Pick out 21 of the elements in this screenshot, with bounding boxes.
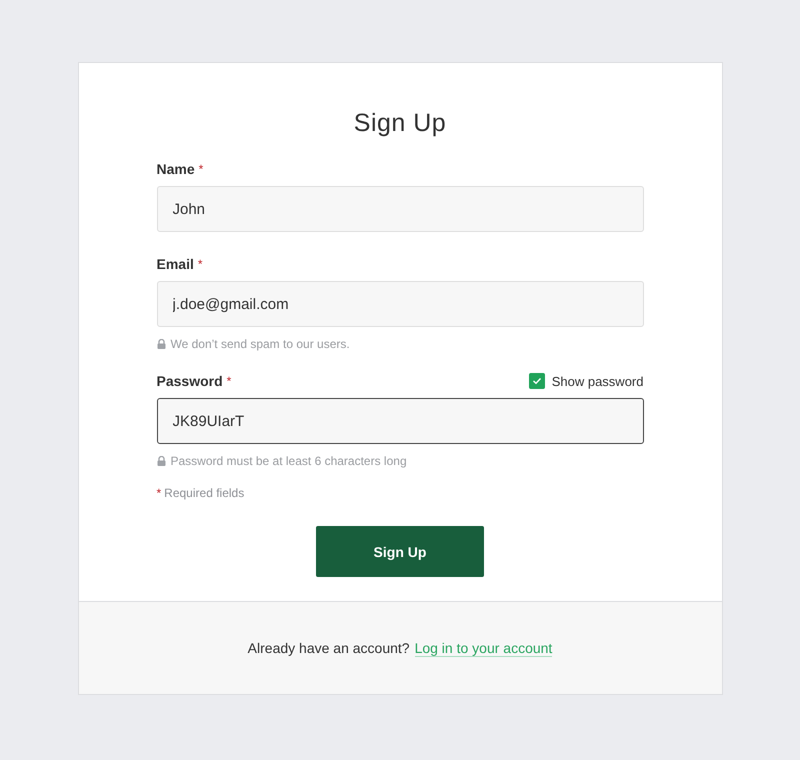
checkbox[interactable] — [528, 373, 545, 389]
form-title: Sign Up — [352, 109, 448, 138]
hint-text: Password must be at least 6 characters long — [170, 454, 407, 468]
required-mark: * — [226, 374, 232, 388]
field-label: Email — [156, 256, 194, 272]
checkbox-label[interactable]: Show password — [552, 374, 644, 388]
required-note: Required fields — [164, 486, 244, 500]
required-mark: * — [156, 486, 162, 500]
input-field[interactable]: John — [156, 186, 644, 232]
field-label: Name — [156, 161, 195, 177]
required-mark: * — [198, 257, 203, 271]
check-icon — [532, 377, 542, 385]
hint-text: We don’t send spam to our users. — [170, 337, 350, 351]
required-mark: * — [198, 162, 204, 176]
input-field[interactable]: j.doe@gmail.com — [156, 281, 644, 327]
footer-text: Already have an account? — [248, 640, 410, 656]
input-field[interactable]: JK89UIarT — [156, 398, 644, 444]
lock-icon — [156, 339, 166, 349]
signup-button[interactable]: Sign Up — [316, 526, 484, 577]
field-label: Password — [156, 373, 223, 389]
lock-icon — [156, 456, 166, 466]
